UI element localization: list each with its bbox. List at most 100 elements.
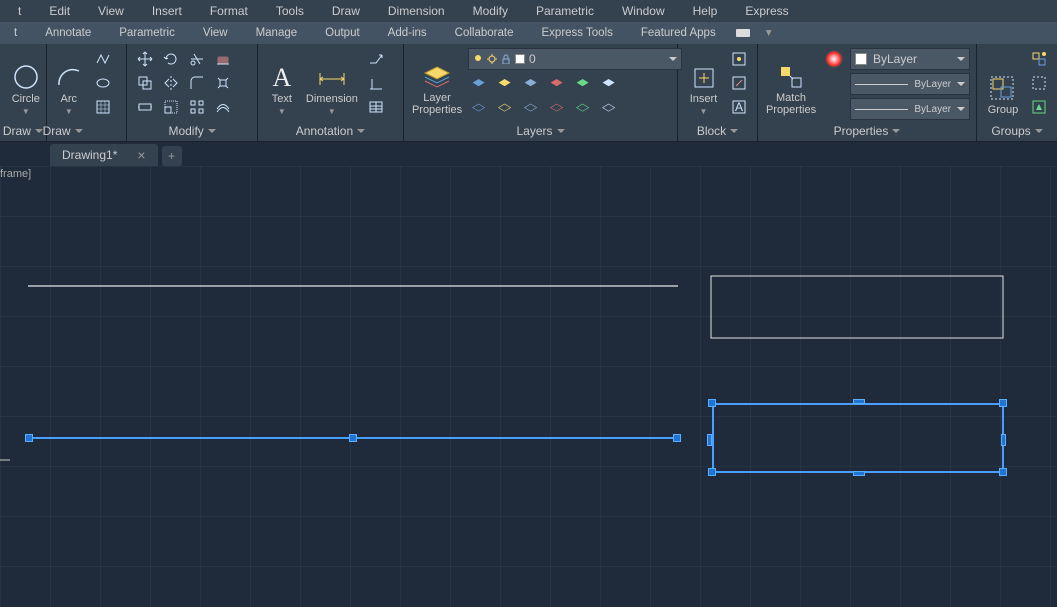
ordinate-icon[interactable] bbox=[364, 72, 388, 94]
ribbon-tab[interactable]: Annotate bbox=[31, 22, 105, 44]
text-button[interactable]: A Text ▼ bbox=[264, 48, 300, 118]
create-block-icon[interactable] bbox=[727, 48, 751, 70]
layer-walk-icon[interactable] bbox=[572, 98, 596, 120]
ellipse-small-icon[interactable] bbox=[91, 72, 115, 94]
panel-title[interactable]: Properties bbox=[758, 121, 976, 141]
menu-item[interactable]: Modify bbox=[459, 0, 522, 22]
layer-iso-icon[interactable] bbox=[546, 73, 570, 95]
color-dropdown[interactable]: ByLayer bbox=[850, 48, 970, 70]
rectangle-object[interactable] bbox=[710, 275, 1004, 339]
edit-attributes-icon[interactable]: A bbox=[727, 96, 751, 118]
menu-item[interactable]: Insert bbox=[138, 0, 196, 22]
dimension-button[interactable]: Dimension ▼ bbox=[304, 48, 360, 118]
selected-rectangle-object[interactable] bbox=[712, 403, 1004, 473]
grip-corner[interactable] bbox=[999, 468, 1007, 476]
rotate-icon[interactable] bbox=[159, 48, 183, 70]
menu-item[interactable]: Format bbox=[196, 0, 262, 22]
grip-endpoint[interactable] bbox=[25, 434, 33, 442]
scale-icon[interactable] bbox=[159, 96, 183, 118]
ribbon-tab[interactable]: t bbox=[0, 22, 31, 44]
layer-match-icon[interactable] bbox=[598, 73, 622, 95]
leader-icon[interactable] bbox=[364, 48, 388, 70]
menu-item[interactable]: t bbox=[4, 0, 35, 22]
move-icon[interactable] bbox=[133, 48, 157, 70]
layer-properties-button[interactable]: Layer Properties bbox=[410, 48, 464, 118]
grip-corner[interactable] bbox=[999, 399, 1007, 407]
trim-icon[interactable] bbox=[185, 48, 209, 70]
layer-dropdown[interactable]: 0 bbox=[468, 48, 682, 70]
ribbon-tab[interactable]: Add-ins bbox=[374, 22, 441, 44]
menu-item[interactable]: Window bbox=[608, 0, 679, 22]
linetype-dropdown[interactable]: ByLayer bbox=[850, 98, 970, 120]
panel-title[interactable]: Draw bbox=[0, 121, 126, 141]
panel-title[interactable]: Layers bbox=[404, 121, 677, 141]
menu-item[interactable]: Parametric bbox=[522, 0, 608, 22]
explode-icon[interactable] bbox=[211, 72, 235, 94]
stretch-icon[interactable] bbox=[133, 96, 157, 118]
hatch-small-icon[interactable] bbox=[91, 96, 115, 118]
document-tab[interactable]: Drawing1* × bbox=[50, 144, 158, 166]
array-icon[interactable] bbox=[185, 96, 209, 118]
ribbon-tab[interactable]: Output bbox=[311, 22, 374, 44]
erase-icon[interactable] bbox=[211, 48, 235, 70]
layer-on-icon[interactable] bbox=[468, 98, 492, 120]
match-properties-button[interactable]: Match Properties bbox=[764, 48, 818, 118]
arc-button[interactable]: Arc ▼ bbox=[51, 48, 87, 118]
ribbon-tab[interactable]: View bbox=[189, 22, 242, 44]
copy-icon[interactable] bbox=[133, 72, 157, 94]
layer-make-current-icon[interactable] bbox=[572, 73, 596, 95]
menu-item[interactable]: Help bbox=[679, 0, 732, 22]
ribbon-tab[interactable]: Featured Apps bbox=[627, 22, 730, 44]
layer-off-icon[interactable] bbox=[468, 73, 492, 95]
mirror-icon[interactable] bbox=[159, 72, 183, 94]
insert-button[interactable]: Insert ▼ bbox=[684, 48, 723, 118]
panel-title[interactable]: Annotation bbox=[258, 121, 403, 141]
menu-item[interactable]: Express bbox=[731, 0, 802, 22]
group-select-icon[interactable] bbox=[1027, 96, 1051, 118]
edit-block-icon[interactable] bbox=[727, 72, 751, 94]
layer-copy-icon[interactable] bbox=[598, 98, 622, 120]
layer-lock-icon[interactable] bbox=[520, 73, 544, 95]
menu-item[interactable]: Tools bbox=[262, 0, 318, 22]
grip-endpoint[interactable] bbox=[673, 434, 681, 442]
fillet-icon[interactable] bbox=[185, 72, 209, 94]
layer-uniso-icon[interactable] bbox=[546, 98, 570, 120]
grip-midpoint[interactable] bbox=[853, 471, 865, 476]
panel-title[interactable]: Groups bbox=[977, 121, 1057, 141]
offset-icon[interactable] bbox=[211, 96, 235, 118]
grip-midpoint[interactable] bbox=[853, 399, 865, 404]
menu-item[interactable]: Draw bbox=[318, 0, 374, 22]
ribbon-tab[interactable]: Manage bbox=[242, 22, 312, 44]
grip-midpoint[interactable] bbox=[1001, 434, 1006, 446]
grip-corner[interactable] bbox=[708, 399, 716, 407]
table-icon[interactable] bbox=[364, 96, 388, 118]
group-button[interactable]: Group bbox=[983, 48, 1023, 118]
menu-item[interactable]: Dimension bbox=[374, 0, 459, 22]
layer-freeze-icon[interactable] bbox=[494, 73, 518, 95]
close-icon[interactable]: × bbox=[137, 147, 145, 163]
ribbon-tab[interactable]: Parametric bbox=[105, 22, 189, 44]
color-wheel-icon[interactable] bbox=[822, 48, 846, 70]
grip-midpoint[interactable] bbox=[707, 434, 712, 446]
tab-overflow-icon[interactable] bbox=[736, 29, 750, 37]
grip-midpoint[interactable] bbox=[349, 434, 357, 442]
line-object[interactable] bbox=[28, 284, 678, 288]
circle-button[interactable]: Circle ▼ bbox=[5, 48, 47, 118]
group-edit-icon[interactable] bbox=[1027, 72, 1051, 94]
grip-corner[interactable] bbox=[708, 468, 716, 476]
layer-unlock-icon[interactable] bbox=[520, 98, 544, 120]
layer-thaw-icon[interactable] bbox=[494, 98, 518, 120]
panel-title[interactable]: Block bbox=[678, 121, 757, 141]
menu-item[interactable]: View bbox=[84, 0, 138, 22]
menu-item[interactable]: Edit bbox=[35, 0, 84, 22]
ungroup-icon[interactable] bbox=[1027, 48, 1051, 70]
viewport-label: frame] bbox=[0, 168, 31, 180]
panel-properties: Match Properties ByLayer ByLayer ByLayer bbox=[758, 44, 977, 141]
new-document-button[interactable]: + bbox=[162, 146, 182, 166]
drawing-canvas[interactable]: // grid drawn after data load below fram… bbox=[0, 166, 1057, 607]
ribbon-tab[interactable]: Express Tools bbox=[528, 22, 627, 44]
ribbon-tab[interactable]: Collaborate bbox=[441, 22, 528, 44]
lineweight-dropdown[interactable]: ByLayer bbox=[850, 73, 970, 95]
panel-title[interactable]: Modify bbox=[127, 121, 257, 141]
polyline-small-icon[interactable] bbox=[91, 48, 115, 70]
